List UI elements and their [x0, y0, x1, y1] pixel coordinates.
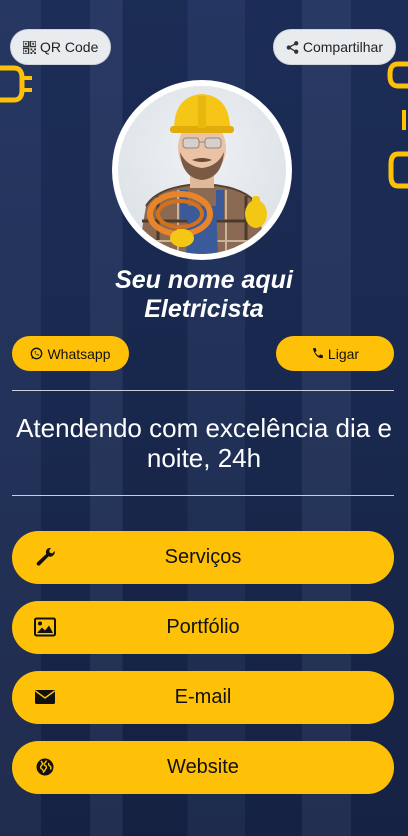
services-label: Serviços	[164, 546, 242, 568]
qr-code-label: QR Code	[40, 39, 99, 55]
portfolio-button[interactable]: Portfólio	[12, 601, 394, 654]
cable-decoration-icon	[402, 110, 406, 130]
qrcode-icon	[23, 40, 36, 54]
call-label: Ligar	[327, 345, 360, 362]
website-button[interactable]: Website	[12, 741, 394, 794]
call-button[interactable]: Ligar	[276, 336, 394, 371]
profile-avatar	[112, 80, 292, 260]
divider	[12, 390, 394, 391]
envelope-icon	[35, 690, 55, 704]
tagline: Atendendo com excelência dia e noite, 24…	[16, 413, 392, 473]
plug-decoration-right-icon	[387, 61, 408, 89]
email-label: E-mail	[174, 686, 232, 708]
share-icon	[286, 40, 299, 54]
share-label: Compartilhar	[302, 39, 383, 55]
profile-name: Seu nome aqui	[115, 266, 293, 294]
services-button[interactable]: Serviços	[12, 531, 394, 584]
electrician-photo	[138, 94, 267, 254]
globe-icon	[36, 758, 54, 776]
whatsapp-icon	[31, 347, 43, 360]
divider	[12, 495, 394, 496]
socket-decoration-icon	[388, 151, 408, 189]
website-label: Website	[167, 756, 239, 778]
share-button[interactable]: Compartilhar	[272, 29, 396, 65]
profile-role: Eletricista	[144, 295, 264, 323]
whatsapp-button[interactable]: Whatsapp	[12, 336, 129, 371]
image-icon	[34, 617, 56, 637]
phone-icon	[312, 347, 323, 359]
portfolio-label: Portfólio	[166, 616, 240, 638]
wrench-icon	[36, 547, 55, 566]
email-button[interactable]: E-mail	[12, 671, 394, 724]
whatsapp-label: Whatsapp	[47, 345, 111, 362]
plug-decoration-icon	[0, 65, 32, 103]
qr-code-button[interactable]: QR Code	[10, 29, 112, 65]
